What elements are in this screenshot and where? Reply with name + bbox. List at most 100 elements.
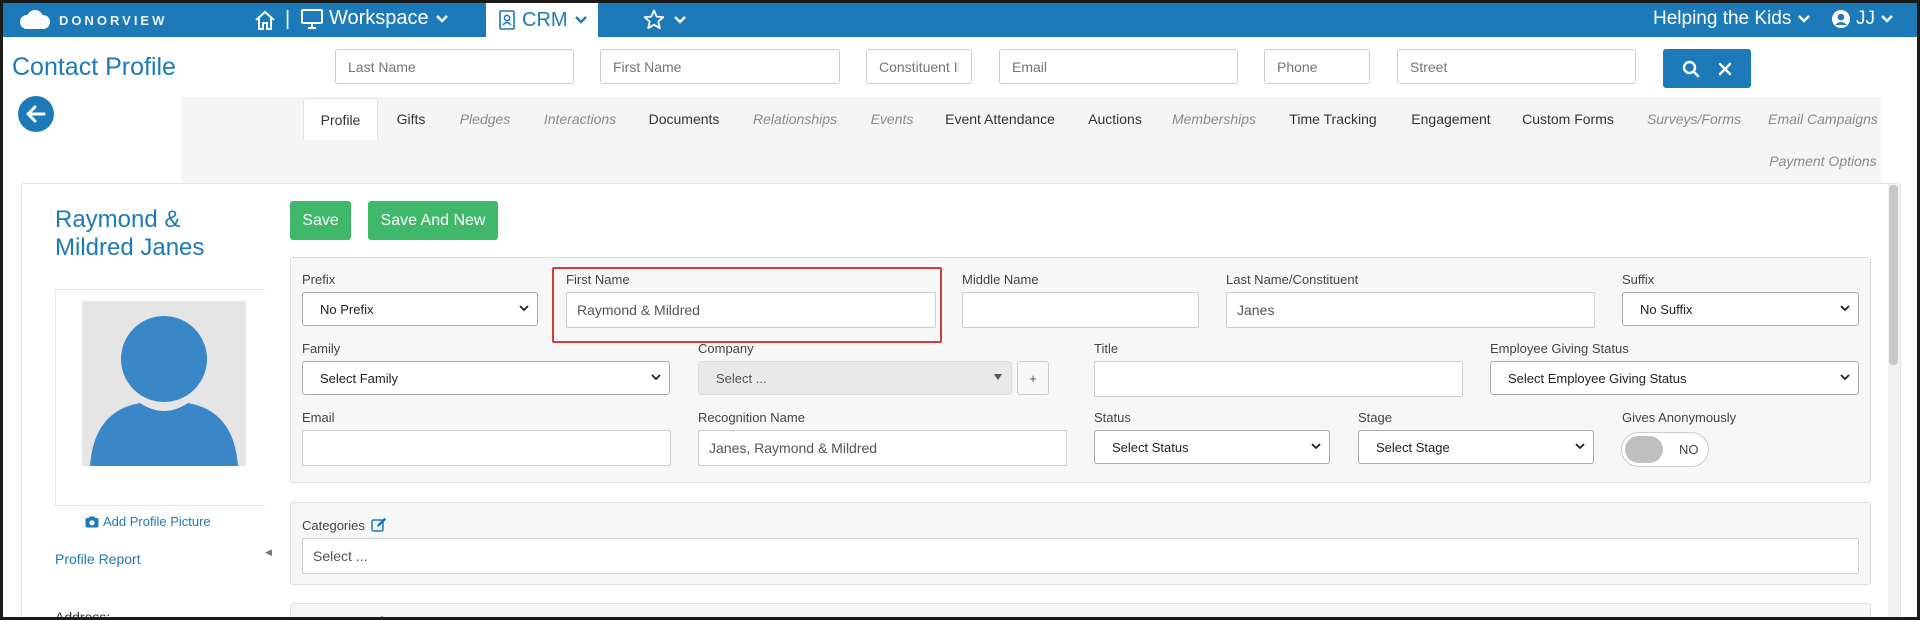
caret-left-icon[interactable]: ◀ — [265, 547, 272, 558]
tab-auctions[interactable]: Auctions — [1079, 98, 1151, 140]
email-field[interactable] — [302, 430, 671, 466]
prefix-select[interactable]: No Prefix — [302, 292, 538, 326]
add-company-button[interactable]: + — [1017, 361, 1049, 395]
status-label: Status — [1094, 410, 1131, 425]
chevron-down-icon — [1840, 305, 1850, 312]
search-button-group — [1663, 49, 1751, 88]
employee-giving-select[interactable]: Select Employee Giving Status — [1490, 361, 1859, 395]
scrollbar-thumb[interactable] — [1889, 185, 1898, 365]
top-navbar: DONORVIEW | Workspace CRM Helping the Ki… — [3, 3, 1917, 37]
family-value: Select Family — [320, 370, 399, 386]
chevron-down-icon — [435, 14, 448, 23]
contact-book-icon — [499, 10, 515, 30]
chevron-down-icon — [574, 16, 587, 24]
tab-interactions: Interactions — [543, 111, 617, 127]
search-icon[interactable] — [1682, 60, 1700, 78]
status-select[interactable]: Select Status — [1094, 430, 1330, 464]
brand-logo[interactable]: DONORVIEW — [17, 9, 167, 31]
middle-name-field[interactable] — [962, 292, 1199, 328]
search-last-name-input[interactable] — [335, 49, 574, 84]
tab-documents[interactable]: Documents — [641, 98, 727, 140]
chevron-down-icon — [1798, 15, 1811, 23]
tab-pledges: Pledges — [459, 111, 511, 127]
categories-label: Categories — [302, 517, 365, 533]
edit-icon[interactable] — [371, 616, 385, 620]
prefix-label: Prefix — [302, 272, 336, 287]
suffix-label: Suffix — [1622, 272, 1655, 287]
add-profile-picture-label: Add Profile Picture — [103, 514, 211, 529]
search-street-input[interactable] — [1397, 49, 1636, 84]
back-button[interactable] — [18, 96, 54, 132]
family-select[interactable]: Select Family — [302, 361, 670, 395]
tab-surveys-forms: Surveys/Forms — [1646, 111, 1742, 127]
recognition-name-field[interactable]: Janes, Raymond & Mildred — [698, 430, 1067, 466]
arrow-left-icon — [26, 105, 46, 123]
crm-menu[interactable]: CRM — [486, 3, 598, 37]
clear-search-icon[interactable] — [1718, 62, 1732, 76]
add-profile-picture-link[interactable]: Add Profile Picture — [85, 514, 211, 529]
page-title: Contact Profile — [12, 53, 176, 81]
user-initials: JJ — [1856, 8, 1875, 29]
chevron-down-icon — [1311, 443, 1321, 450]
search-constituent-id-input[interactable] — [866, 49, 972, 84]
chevron-down-icon — [1840, 374, 1850, 381]
company-label: Company — [698, 341, 754, 356]
monitor-icon — [301, 8, 323, 29]
home-icon[interactable] — [253, 9, 277, 31]
user-menu[interactable]: JJ — [1831, 8, 1894, 30]
title-field[interactable] — [1094, 361, 1463, 397]
toggle-knob — [1625, 436, 1663, 463]
favorites-menu[interactable] — [643, 9, 687, 30]
suffix-select[interactable]: No Suffix — [1622, 292, 1859, 326]
contact-name-line1: Raymond & — [55, 206, 181, 233]
organization-name: Helping the Kids — [1653, 8, 1792, 29]
gives-anonymously-toggle[interactable]: NO — [1621, 432, 1709, 467]
user-circle-icon — [1832, 10, 1850, 28]
tab-custom-forms[interactable]: Custom Forms — [1513, 98, 1623, 140]
tab-gifts[interactable]: Gifts — [387, 98, 435, 140]
search-phone-input[interactable] — [1264, 49, 1370, 84]
brand-name: DONORVIEW — [59, 12, 168, 28]
categories-header: Categories — [302, 517, 387, 533]
tab-engagement[interactable]: Engagement — [1405, 98, 1497, 140]
tab-event-attendance[interactable]: Event Attendance — [937, 98, 1063, 140]
middle-name-label: Middle Name — [962, 272, 1039, 287]
employee-giving-label: Employee Giving Status — [1490, 341, 1629, 356]
profile-report-link[interactable]: Profile Report — [55, 551, 141, 567]
categories-select[interactable]: Select ... — [302, 538, 1859, 574]
edit-icon[interactable] — [371, 517, 387, 533]
avatar — [82, 301, 246, 466]
tab-email-campaigns: Email Campaigns — [1768, 111, 1878, 127]
status-value: Select Status — [1112, 439, 1189, 455]
search-first-name-input[interactable] — [600, 49, 840, 84]
address-label: Address: — [55, 609, 111, 620]
camera-icon — [85, 516, 99, 527]
caret-down-icon — [994, 374, 1002, 380]
last-name-field[interactable]: Janes — [1226, 292, 1595, 328]
default-person-icon — [90, 316, 238, 466]
company-select[interactable]: Select ... — [698, 361, 1012, 395]
suffix-value: No Suffix — [1640, 301, 1693, 317]
tab-profile[interactable]: Profile — [303, 98, 378, 140]
tab-payment-options: Payment Options — [1769, 153, 1877, 169]
stage-value: Select Stage — [1376, 439, 1450, 455]
recognition-name-label: Recognition Name — [698, 410, 805, 425]
search-email-input[interactable] — [999, 49, 1238, 84]
workspace-menu[interactable]: Workspace — [301, 7, 449, 30]
save-and-new-button[interactable]: Save And New — [368, 201, 498, 240]
organization-menu[interactable]: Helping the Kids — [1653, 8, 1811, 30]
tab-time-tracking[interactable]: Time Tracking — [1277, 98, 1389, 140]
save-button[interactable]: Save — [290, 201, 351, 240]
prefix-value: No Prefix — [320, 301, 374, 317]
star-icon — [643, 9, 665, 30]
chevron-down-icon — [1881, 15, 1893, 23]
workspace-label: Workspace — [329, 7, 429, 29]
app-window: DONORVIEW | Workspace CRM Helping the Ki… — [0, 0, 1920, 620]
contact-name-line2: Mildred Janes — [55, 234, 205, 261]
gives-anonymously-label: Gives Anonymously — [1622, 410, 1737, 425]
crm-label: CRM — [522, 8, 568, 31]
chevron-down-icon — [651, 374, 661, 381]
employee-giving-value: Select Employee Giving Status — [1508, 370, 1687, 386]
stage-select[interactable]: Select Stage — [1358, 430, 1594, 464]
email-label: Email — [302, 410, 335, 425]
